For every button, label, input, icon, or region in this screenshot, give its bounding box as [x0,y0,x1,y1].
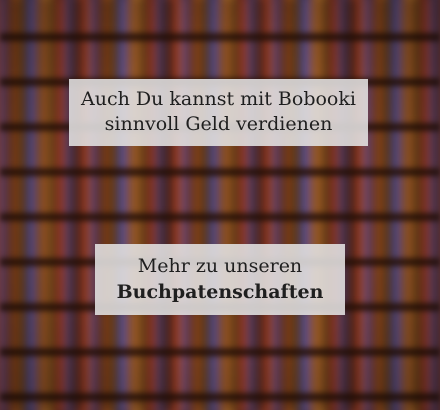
vignette-overlay [0,0,440,410]
headline-box: Auch Du kannst mit Bobooki sinnvoll Geld… [69,79,368,146]
buchpatenschaften-link[interactable]: Mehr zu unseren Buchpatenschaften [95,244,345,315]
headline-line-1: Auch Du kannst mit Bobooki [81,88,356,110]
cta-line-1: Mehr zu unseren [137,255,303,277]
headline-line-2: sinnvoll Geld verdienen [104,113,333,135]
cta-line-2: Buchpatenschaften [116,281,324,303]
promo-banner: Auch Du kannst mit Bobooki sinnvoll Geld… [0,0,440,410]
